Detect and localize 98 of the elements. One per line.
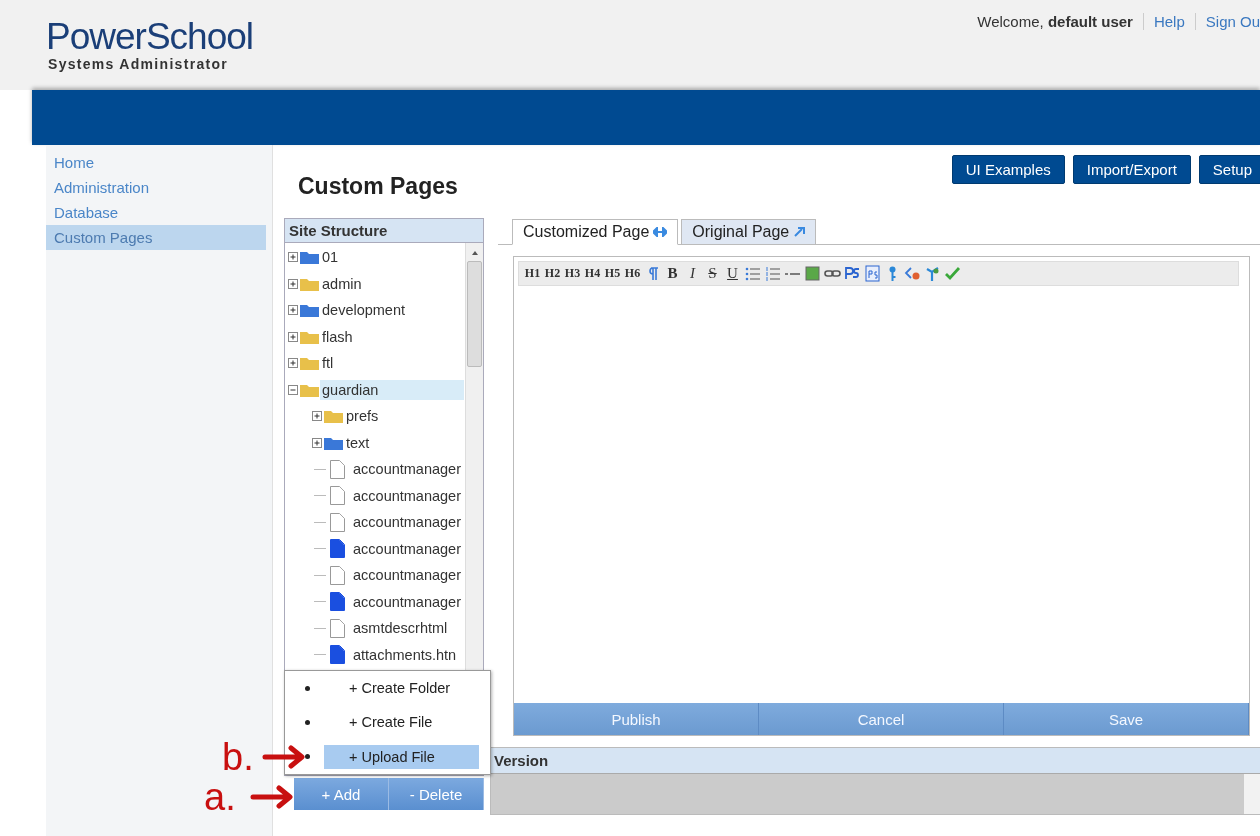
heading-button[interactable]: H5 (604, 266, 621, 281)
ps-box-icon[interactable] (864, 265, 881, 282)
expand-icon[interactable] (288, 305, 298, 316)
panel-title: Site Structure (285, 219, 483, 243)
folder-icon (300, 250, 319, 265)
folder-icon (300, 303, 319, 318)
tab[interactable]: Original Page (681, 219, 817, 245)
folder-icon (300, 276, 319, 291)
expand-icon[interactable] (312, 411, 322, 422)
file-icon (330, 645, 345, 665)
scrollbar-thumb[interactable] (467, 261, 482, 367)
folder-name[interactable]: admin (320, 273, 364, 294)
annotation-arrow (262, 745, 306, 769)
expand-icon[interactable] (288, 358, 298, 369)
sidebar-item[interactable]: Database (46, 200, 266, 225)
connector-line (314, 601, 326, 603)
sidebar-item[interactable]: Home (46, 150, 266, 175)
brand-subtitle: Systems Administrator (48, 56, 230, 72)
figure-icon[interactable] (924, 265, 941, 282)
folder-icon (300, 356, 319, 371)
folder-icon (300, 382, 319, 397)
ps-icon[interactable] (844, 265, 861, 282)
swap-arrows-icon (653, 227, 668, 237)
header-button[interactable]: Setup (1198, 155, 1260, 184)
header-button[interactable]: Import/Export (1072, 155, 1191, 184)
header-link[interactable]: Help (1142, 13, 1185, 30)
file-icon (330, 618, 345, 638)
heading-button[interactable]: H1 (524, 266, 541, 281)
file-name[interactable]: attachments.htn (351, 644, 459, 665)
bullet-icon (305, 754, 310, 760)
annotation-label: b. (222, 738, 254, 776)
heading-button[interactable]: H3 (564, 266, 581, 281)
bullet-icon (305, 685, 310, 691)
format-button[interactable]: U (724, 265, 741, 282)
folder-name[interactable]: ftl (320, 353, 336, 374)
expand-icon[interactable] (288, 278, 298, 289)
bullet-list-icon[interactable] (744, 265, 761, 282)
folder-name[interactable]: prefs (344, 406, 381, 427)
folder-icon (324, 409, 343, 424)
folder-name[interactable]: development (320, 300, 408, 321)
file-icon (330, 459, 345, 479)
header-button[interactable]: UI Examples (951, 155, 1065, 184)
file-icon (330, 512, 345, 532)
connector-line (314, 654, 326, 656)
folder-name[interactable]: guardian (320, 379, 464, 400)
connector-line (314, 521, 326, 523)
file-icon (330, 539, 345, 559)
format-button[interactable]: B (664, 265, 681, 282)
heading-button[interactable]: H6 (624, 266, 641, 281)
folder-icon (324, 435, 343, 450)
file-name[interactable]: asmtdescrhtml (351, 618, 450, 639)
expand-icon[interactable] (312, 437, 322, 448)
connector-line (314, 574, 326, 576)
menu-item[interactable]: + Create File (324, 710, 479, 735)
connector-line (314, 627, 326, 629)
menu-item[interactable]: + Upload File (324, 744, 479, 769)
external-arrow-icon (793, 226, 806, 238)
folder-name[interactable]: 01 (320, 247, 341, 268)
check-icon[interactable] (944, 265, 961, 282)
file-name[interactable]: accountmanager (351, 565, 463, 586)
file-name[interactable]: accountmanager (351, 459, 463, 480)
image-icon[interactable] (804, 265, 821, 282)
header-link[interactable]: Sign Ou (1194, 13, 1260, 30)
file-name[interactable]: accountmanager (351, 538, 463, 559)
page-title: Custom Pages (298, 173, 458, 200)
expand-icon[interactable] (288, 252, 298, 263)
folder-name[interactable]: flash (320, 326, 355, 347)
heading-button[interactable]: H2 (544, 266, 561, 281)
scroll-up-icon[interactable] (470, 249, 479, 257)
folder-name[interactable]: text (344, 432, 372, 453)
file-name[interactable]: accountmanager (351, 485, 463, 506)
heading-button[interactable]: H4 (584, 266, 601, 281)
panel-title: Version (491, 748, 1260, 774)
file-icon (330, 486, 345, 506)
numbered-list-icon[interactable] (764, 265, 781, 282)
collapse-icon[interactable] (288, 384, 298, 395)
tab[interactable]: Customized Page (512, 219, 679, 245)
connector-line (314, 468, 326, 470)
menu-item[interactable]: + Create Folder (324, 676, 479, 701)
code-tag-icon[interactable] (904, 265, 921, 282)
sidebar-item[interactable]: Administration (46, 175, 266, 200)
file-name[interactable]: accountmanager (351, 512, 463, 533)
file-name[interactable]: accountmanager (351, 591, 463, 612)
format-button[interactable]: S (704, 265, 721, 282)
connector-line (314, 495, 326, 497)
connector-line (314, 548, 326, 550)
format-button[interactable]: I (684, 265, 701, 282)
editor-area[interactable]: H1 H2 H3 H4 H5 H6 B I S U Publish Cancel Save (513, 256, 1250, 736)
scrollbar[interactable] (1244, 774, 1260, 814)
brand-logo: PowerSchool (46, 18, 253, 56)
file-icon (330, 592, 345, 612)
annotation-arrow (250, 785, 294, 809)
folder-icon (300, 329, 319, 344)
welcome-text: Welcome, default user (977, 13, 1133, 30)
file-icon (330, 565, 345, 585)
annotation-label: a. (204, 778, 236, 816)
expand-icon[interactable] (288, 331, 298, 342)
bullet-icon (305, 720, 310, 725)
